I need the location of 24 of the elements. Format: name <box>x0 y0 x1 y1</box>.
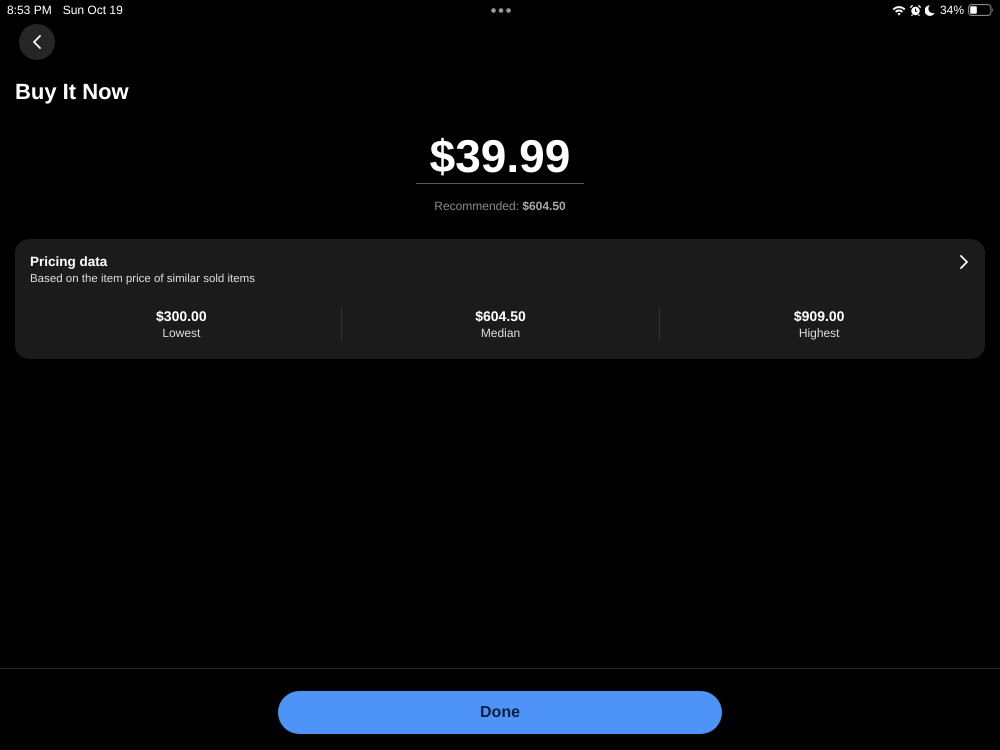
status-time: 8:53 PM <box>7 3 52 17</box>
done-button[interactable]: Done <box>278 691 722 734</box>
recommended-price: Recommended: $604.50 <box>434 198 566 214</box>
card-subtitle: Based on the item price of similar sold items <box>30 272 255 287</box>
stat-value: $604.50 <box>475 307 526 325</box>
page-title: Buy It Now <box>15 78 129 106</box>
status-date: Sun Oct 19 <box>62 3 123 17</box>
battery-percent: 34% <box>940 3 964 17</box>
price-field[interactable]: $39.99 <box>416 130 584 184</box>
chevron-right-icon[interactable] <box>960 255 968 269</box>
wifi-icon <box>892 4 906 16</box>
card-title: Pricing data <box>30 253 108 271</box>
stat-label: Median <box>480 325 520 341</box>
more-dots-icon[interactable] <box>490 8 510 12</box>
stat-label: Lowest <box>162 325 200 341</box>
stat-label: Highest <box>798 325 840 341</box>
stat-value: $300.00 <box>156 307 207 325</box>
pricing-card[interactable]: Pricing data Based on the item price of similar sold items $300.00 Lowest $604.50 Median $909.00 Highest <box>15 239 985 359</box>
chevron-left-icon <box>33 35 41 49</box>
moon-icon <box>924 4 935 16</box>
battery-icon <box>968 4 994 16</box>
alarm-clock-icon <box>910 4 921 16</box>
stat-value: $909.00 <box>794 307 844 325</box>
back-button[interactable] <box>19 24 55 60</box>
